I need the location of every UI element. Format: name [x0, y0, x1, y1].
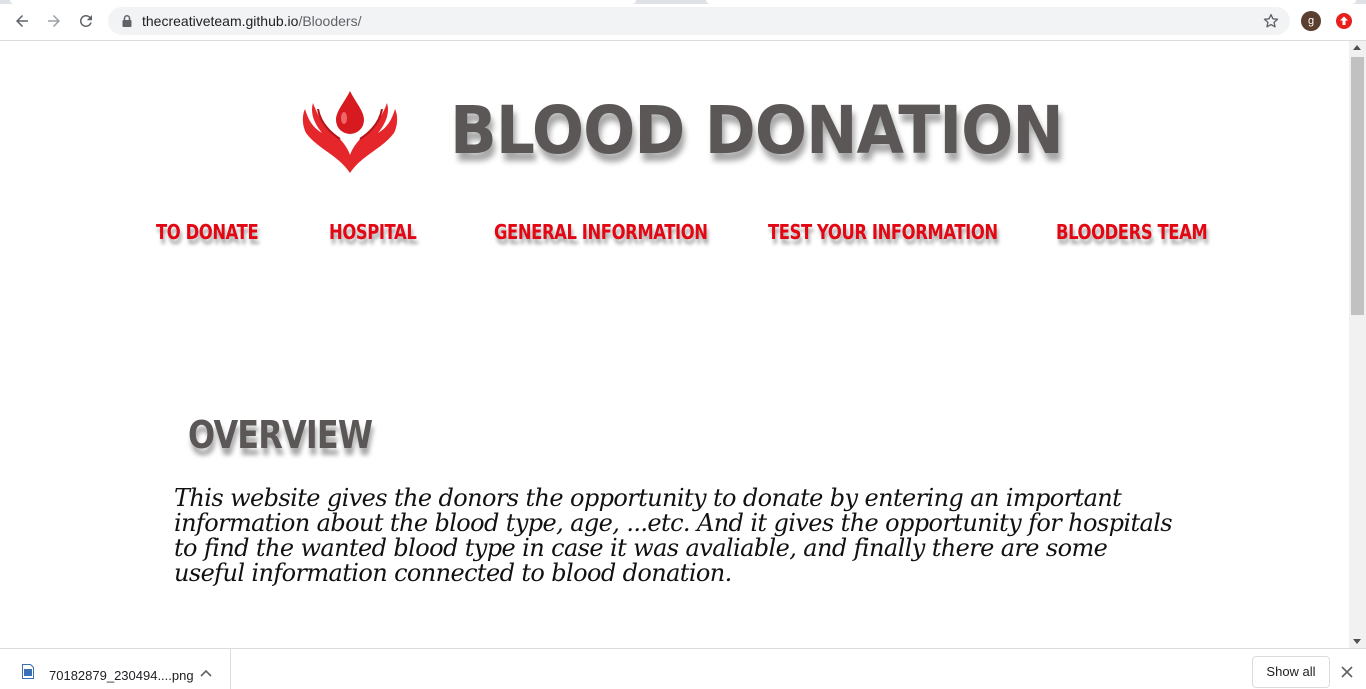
blood-donation-logo [302, 91, 398, 173]
download-item[interactable]: 70182879_230494....png [0, 649, 231, 689]
scroll-down-arrow[interactable] [1353, 639, 1361, 644]
nav-link-hospital[interactable]: HOSPITAL [329, 219, 417, 245]
show-all-button[interactable]: Show all [1252, 656, 1330, 688]
tab-other[interactable] [706, 0, 1356, 4]
forward-icon [48, 15, 60, 27]
reload-icon [79, 14, 92, 27]
download-file-name: 70182879_230494....png [49, 668, 194, 683]
url-path: /Blooders/ [298, 13, 362, 29]
nav-link-general-information[interactable]: GENERAL INFORMATION [494, 219, 708, 245]
forward-button[interactable] [42, 9, 66, 33]
url-domain: thecreativeteam.github.io [142, 13, 299, 29]
nav-link-to-donate[interactable]: TO DONATE [156, 219, 259, 245]
nav-link-blooders-team[interactable]: BLOODERS TEAM [1056, 219, 1208, 245]
page-scrollbar[interactable] [1349, 41, 1366, 648]
overview-text: This website gives the donors the opport… [174, 484, 1173, 587]
reload-button[interactable] [74, 9, 98, 33]
lock-icon [122, 15, 132, 27]
browser-toolbar: thecreativeteam.github.io/Blooders/ g [0, 0, 1366, 41]
back-button[interactable] [10, 9, 34, 33]
site-title: BLOOD DONATION [450, 92, 1064, 169]
download-bar: 70182879_230494....png Show all [0, 648, 1366, 689]
profile-avatar[interactable]: g [1301, 11, 1321, 31]
tab-strip [0, 0, 1366, 4]
image-file-icon [22, 664, 34, 679]
scroll-thumb[interactable] [1351, 57, 1364, 315]
star-icon[interactable] [1262, 12, 1280, 30]
scroll-up-arrow[interactable] [1353, 45, 1361, 50]
overview-heading: OVERVIEW [188, 413, 373, 457]
extension-icon[interactable] [1335, 12, 1353, 30]
back-icon [16, 15, 28, 27]
page-viewport: BLOOD DONATION TO DONATE HOSPITAL GENERA… [0, 41, 1349, 648]
address-bar[interactable]: thecreativeteam.github.io/Blooders/ [108, 7, 1290, 35]
tab-active[interactable] [10, 0, 636, 4]
url-text[interactable]: thecreativeteam.github.io/Blooders/ [142, 13, 361, 29]
close-icon[interactable] [1340, 665, 1354, 679]
nav-link-test-your-information[interactable]: TEST YOUR INFORMATION [768, 219, 998, 245]
chevron-up-icon[interactable] [200, 668, 212, 678]
